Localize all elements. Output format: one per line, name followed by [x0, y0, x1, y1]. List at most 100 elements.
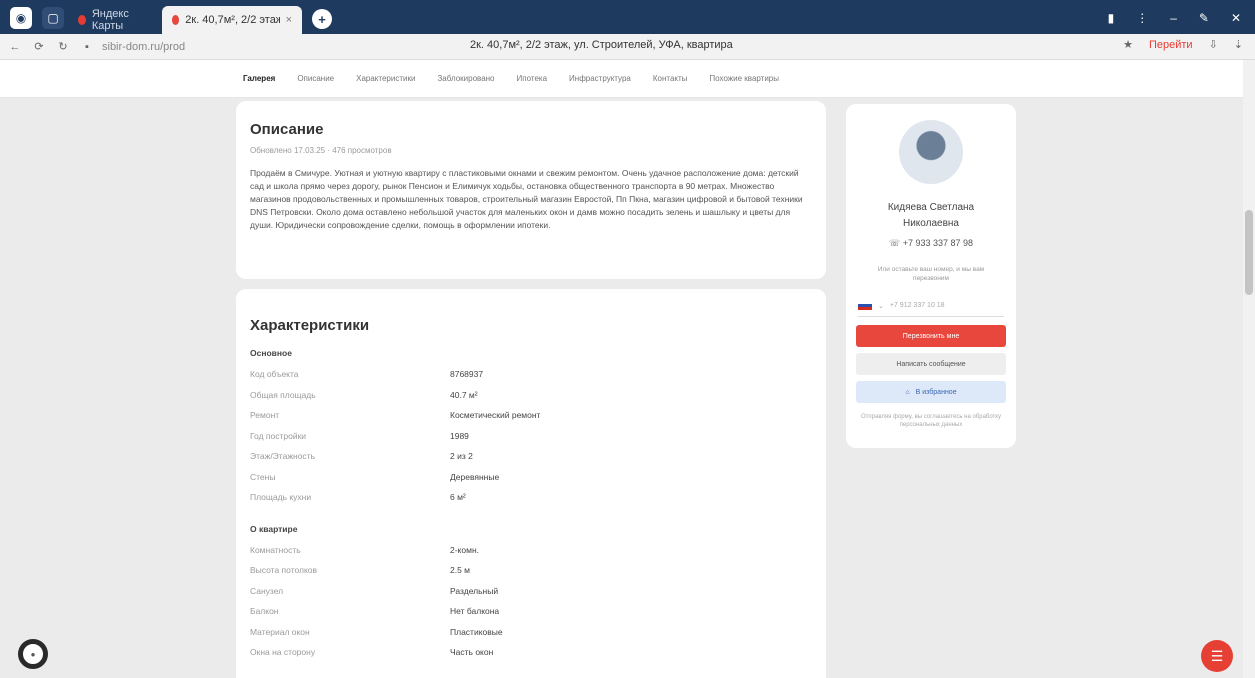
- characteristics-title: Характеристики: [250, 317, 370, 334]
- char-value: 2-комн.: [450, 544, 479, 555]
- char-key: Год постройки: [250, 430, 307, 441]
- nav-similar[interactable]: Похожие квартиры: [709, 74, 779, 83]
- bookmarks-icon[interactable]: ▮: [1108, 11, 1115, 25]
- char-row: Площадь кухни 6 м²: [250, 487, 812, 508]
- char-key: Код объекта: [250, 369, 299, 380]
- nav-mortgage[interactable]: Ипотека: [517, 74, 548, 83]
- assistant-icon[interactable]: ●: [18, 639, 48, 669]
- char-key: Балкон: [250, 606, 279, 617]
- char-key: Материал окон: [250, 626, 310, 637]
- char-row: Комнатность 2-комн.: [250, 540, 812, 561]
- agent-name-line2: Николаевна: [903, 218, 959, 229]
- menu-icon[interactable]: ⋮: [1136, 11, 1148, 25]
- pin-icon[interactable]: ✎: [1199, 11, 1209, 25]
- callback-button[interactable]: Перезвонить мне: [856, 325, 1006, 347]
- description-card: Описание Обновлено 17.03.25 · 476 просмо…: [236, 101, 826, 279]
- window-controls: ▮ ⋮ – ✎ ✕: [1108, 11, 1255, 34]
- scrollbar-thumb[interactable]: [1245, 210, 1253, 295]
- description-text: Продаём в Смичуре. Уютная и уютную кварт…: [250, 168, 803, 230]
- characteristics-card: Характеристики Основное Код объекта 87689…: [236, 289, 826, 678]
- favorite-button-label: В избранное: [915, 388, 957, 396]
- bookmark-star-icon[interactable]: ★: [1123, 38, 1133, 51]
- char-row: Балкон Нет балкона: [250, 601, 812, 622]
- address-bar: ← ⟳ ↻ ▪ sibir-dom.ru/prod 2к. 40,7м², 2/…: [0, 34, 1255, 60]
- profile-icon[interactable]: ⇣: [1234, 38, 1243, 51]
- url-field[interactable]: sibir-dom.ru/prod: [102, 41, 282, 53]
- arrow-right-icon[interactable]: ⟳: [30, 40, 48, 53]
- tab-listing[interactable]: 2к. 40,7м², 2/2 этаж, ул. С ×: [162, 6, 302, 34]
- minimize-icon[interactable]: –: [1170, 11, 1177, 25]
- char-key: Общая площадь: [250, 389, 316, 400]
- browser-titlebar: ◉ ▢ Яндекс Карты 2к. 40,7м², 2/2 этаж, у…: [0, 0, 1255, 34]
- char-value: Часть окон: [450, 647, 494, 658]
- char-row: Код объекта 8768937: [250, 364, 812, 385]
- avatar: [899, 120, 963, 184]
- tab-label: 2к. 40,7м², 2/2 этаж, ул. С: [185, 14, 280, 26]
- tab-label: Яндекс Карты: [91, 8, 129, 32]
- char-value: 6 м²: [450, 492, 466, 503]
- favorite-button[interactable]: ⌂ В избранное: [856, 381, 1006, 403]
- char-key: Площадь кухни: [250, 492, 312, 503]
- char-value: 2 из 2: [450, 451, 473, 462]
- section-rows: Код объекта 8768937 Общая площадь 40.7 м² …: [250, 364, 812, 508]
- ext-button[interactable]: Перейти: [1149, 39, 1193, 51]
- tab-favicon-icon: [172, 15, 180, 25]
- char-key: Этаж/Этажность: [250, 451, 315, 462]
- nav-infrastructure[interactable]: Инфраструктура: [569, 74, 631, 83]
- agent-phone[interactable]: ☏ +7 933 337 87 98: [854, 238, 1008, 249]
- char-row: Окна на сторону Часть окон: [250, 642, 812, 663]
- char-row: Общая площадь 40.7 м²: [250, 385, 812, 406]
- nav-contacts[interactable]: Контакты: [653, 74, 688, 83]
- agent-phone-number: +7 933 337 87 98: [902, 238, 974, 248]
- phone-input[interactable]: ⌄ +7 912 337 10 18: [858, 295, 1004, 317]
- russia-flag-icon: [858, 301, 872, 310]
- chevron-down-icon[interactable]: ⌄: [878, 302, 884, 310]
- consent-text: Отправляя форму, вы соглашаетесь на обра…: [860, 414, 1001, 428]
- tab-favicon-icon: [78, 15, 86, 25]
- message-button[interactable]: Написать сообщение: [856, 353, 1006, 375]
- page-scrollbar[interactable]: [1243, 60, 1255, 678]
- section-title: Основное: [250, 348, 292, 358]
- char-value: Раздельный: [450, 585, 499, 596]
- char-key: Высота потолков: [250, 565, 318, 576]
- char-key: Санузел: [250, 585, 284, 596]
- tab-close-icon[interactable]: ×: [286, 14, 292, 26]
- reload-icon[interactable]: ↻: [54, 40, 72, 53]
- char-row: Стены Деревянные: [250, 467, 812, 488]
- browser-menu-icon[interactable]: ◉: [10, 7, 32, 29]
- favorite-icon: ⌂: [905, 388, 910, 396]
- char-row: Ремонт Косметический ремонт: [250, 405, 812, 426]
- site-nav: Галерея Описание Характеристики Заблокир…: [0, 60, 1255, 98]
- nav-characteristics[interactable]: Характеристики: [356, 74, 415, 83]
- char-row: Этаж/Этажность 2 из 2: [250, 446, 812, 467]
- char-value: Деревянные: [450, 471, 500, 482]
- callback-button-label: Перезвонить мне: [902, 332, 960, 340]
- download-icon[interactable]: ⇩: [1209, 38, 1218, 51]
- char-value: 1989: [450, 430, 469, 441]
- char-key: Окна на сторону: [250, 647, 316, 658]
- char-row: Высота потолков 2.5 м: [250, 560, 812, 581]
- chat-icon[interactable]: ☰: [1201, 640, 1233, 672]
- char-value: Пластиковые: [450, 626, 503, 637]
- close-icon[interactable]: ✕: [1231, 11, 1241, 25]
- char-row: Санузел Раздельный: [250, 581, 812, 602]
- char-key: Комнатность: [250, 544, 301, 555]
- new-tab-icon[interactable]: +: [312, 9, 332, 29]
- agent-name-line1: Кидяева Светлана: [887, 202, 975, 213]
- site-info-icon[interactable]: ▪: [78, 41, 96, 53]
- char-value: 2.5 м: [450, 565, 471, 576]
- section-title: О квартире: [250, 523, 298, 534]
- nav-blocked[interactable]: Заблокировано: [437, 74, 494, 83]
- tab-yandex-maps[interactable]: Яндекс Карты: [68, 6, 158, 34]
- nav-description[interactable]: Описание: [297, 74, 334, 83]
- workspace-icon[interactable]: ▢: [42, 7, 64, 29]
- extensions: ★ Перейти ⇩ ⇣: [1123, 38, 1243, 52]
- agent-name: Кидяева Светлана Николаевна: [854, 200, 1008, 232]
- arrow-left-icon[interactable]: ←: [6, 41, 24, 53]
- char-value: Косметический ремонт: [450, 410, 541, 421]
- phone-placeholder: +7 912 337 10 18: [889, 302, 945, 309]
- nav-gallery[interactable]: Галерея: [243, 74, 275, 83]
- char-row: Год постройки 1989: [250, 426, 812, 447]
- char-value: 8768937: [450, 369, 484, 380]
- description-title: Описание: [250, 121, 324, 138]
